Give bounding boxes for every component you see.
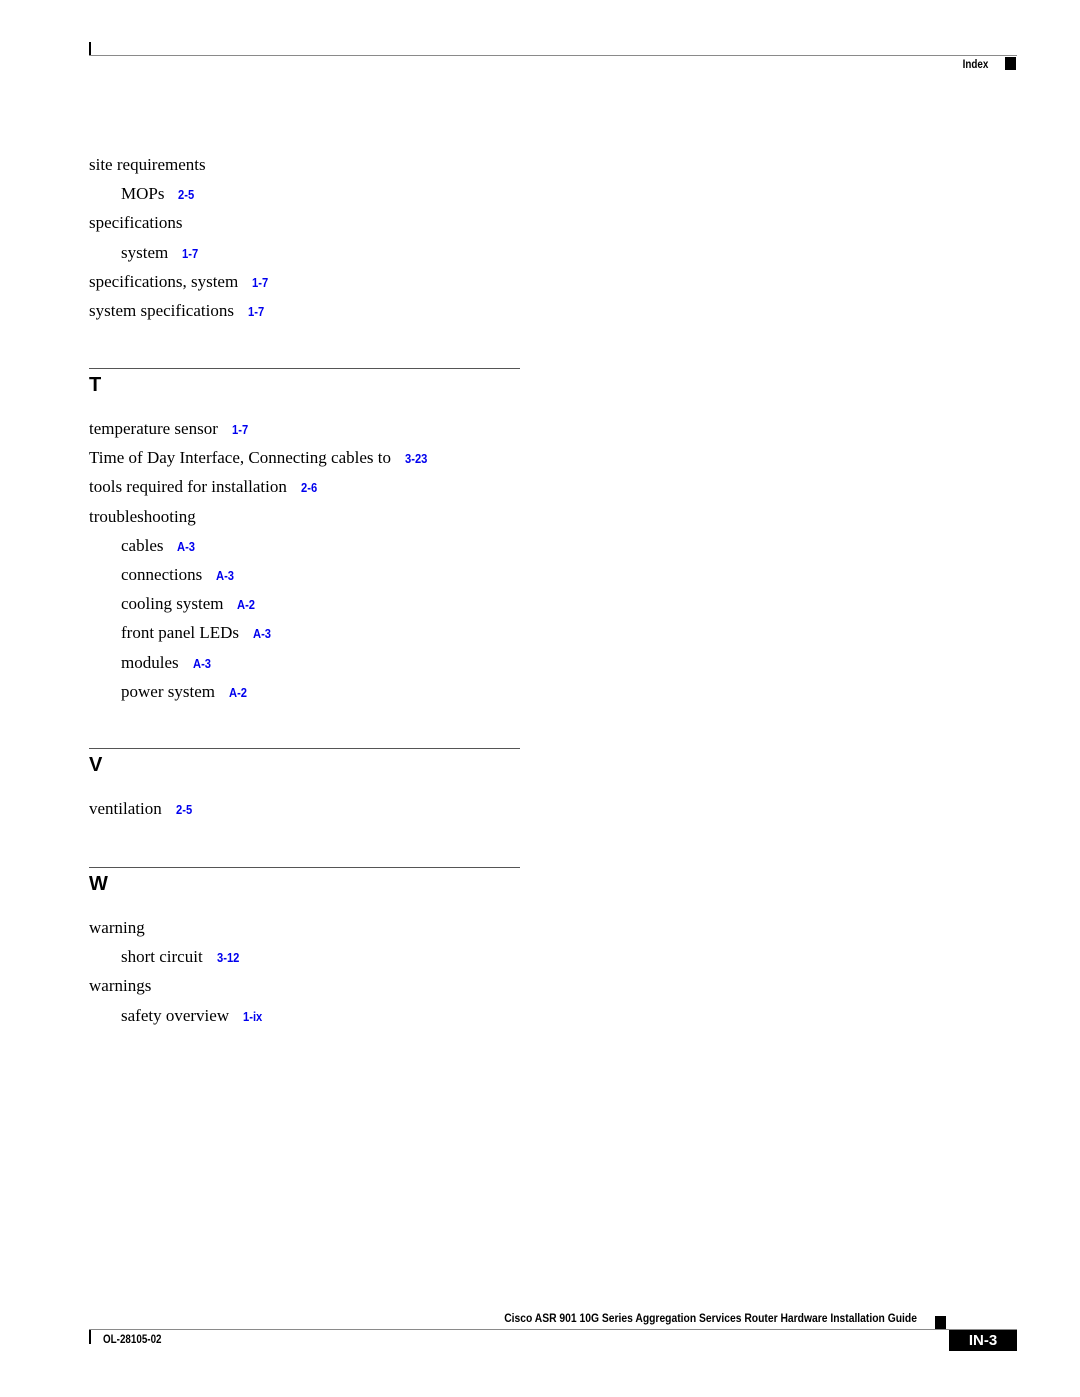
- section-letter-heading: W: [89, 873, 108, 895]
- page-reference-link[interactable]: 3-12: [217, 948, 239, 968]
- page-reference-link[interactable]: A-2: [237, 595, 255, 615]
- page-reference-link[interactable]: 1-ix: [243, 1007, 262, 1027]
- index-entry-term: power system: [121, 681, 215, 701]
- index-entry-term: front panel LEDs: [121, 623, 240, 643]
- footer-page-number: IN-3: [949, 1330, 1017, 1351]
- index-entry-term: modules: [121, 652, 179, 672]
- index-entry-term: specifications, system: [89, 271, 239, 291]
- index-entry-term: troubleshooting: [89, 506, 196, 526]
- section-letter-heading: V: [89, 754, 103, 776]
- index-entry-term: warning: [89, 918, 145, 937]
- index-entry: connections A-3: [89, 565, 237, 586]
- index-entry: tools required for installation 2-6: [89, 477, 320, 498]
- index-entry-term: cooling system: [121, 594, 224, 614]
- index-entry-term: tools required for installation: [89, 477, 287, 497]
- footer-book-title: Cisco ASR 901 10G Series Aggregation Ser…: [504, 1311, 917, 1325]
- index-entry: short circuit 3-12: [89, 947, 243, 968]
- index-entry: ventilation 2-5: [89, 799, 195, 820]
- page-reference-link[interactable]: A-3: [216, 566, 234, 586]
- index-entry-term: system specifications: [89, 301, 234, 320]
- index-entry: MOPs 2-5: [89, 184, 197, 205]
- index-entry: specifications: [89, 213, 182, 233]
- footer-doc-number: OL-28105-02: [103, 1332, 162, 1346]
- index-entry: system 1-7: [89, 243, 201, 264]
- index-entry: warnings: [89, 976, 151, 996]
- index-entry-term: specifications: [89, 213, 183, 233]
- index-entry-term: safety overview: [121, 1005, 230, 1025]
- index-entry-term: temperature sensor: [89, 419, 218, 438]
- page-reference-link[interactable]: 1-7: [182, 244, 198, 264]
- header-rule: [89, 55, 1017, 56]
- index-entry-term: warnings: [89, 976, 152, 996]
- page-reference-link[interactable]: A-3: [253, 624, 271, 644]
- index-entry: front panel LEDs A-3: [89, 623, 274, 644]
- index-entry: power system A-2: [89, 682, 250, 703]
- index-entry-term: MOPs: [121, 184, 165, 204]
- index-entry-term: connections: [121, 565, 203, 584]
- index-entry: system specifications 1-7: [89, 301, 267, 322]
- page-reference-link[interactable]: 3-23: [405, 449, 427, 469]
- index-entry-term: Time of Day Interface, Connecting cables…: [89, 448, 391, 468]
- header-block-marker: [1005, 57, 1016, 70]
- page-reference-link[interactable]: 2-5: [176, 800, 192, 820]
- page-reference-link[interactable]: 1-7: [248, 302, 264, 322]
- page-reference-link[interactable]: 1-7: [232, 420, 248, 440]
- page-reference-link[interactable]: A-2: [229, 683, 247, 703]
- page-reference-link[interactable]: 1-7: [252, 273, 268, 293]
- index-entry: Time of Day Interface, Connecting cables…: [89, 448, 431, 469]
- footer-block-marker: [935, 1316, 946, 1329]
- footer-rule: [89, 1329, 1017, 1330]
- index-entry: modules A-3: [89, 653, 214, 674]
- index-entry-term: ventilation: [89, 799, 162, 818]
- header-section-title: Index: [962, 57, 988, 71]
- section-divider: [89, 368, 520, 369]
- index-entry-term: site requirements: [89, 155, 206, 174]
- index-entry: site requirements: [89, 155, 206, 175]
- page-reference-link[interactable]: A-3: [177, 537, 195, 557]
- page-reference-link[interactable]: 2-6: [301, 478, 317, 498]
- section-letter-heading: T: [89, 374, 102, 396]
- index-entry: temperature sensor 1-7: [89, 419, 251, 440]
- index-entry: cooling system A-2: [89, 594, 258, 615]
- section-divider: [89, 867, 520, 868]
- page-reference-link[interactable]: 2-5: [178, 185, 194, 205]
- index-entry: troubleshooting: [89, 507, 196, 527]
- index-entry-term: cables: [121, 535, 164, 555]
- section-divider: [89, 748, 520, 749]
- index-entry-term: short circuit: [121, 947, 203, 967]
- footer-margin-bar: [89, 1330, 91, 1344]
- page-reference-link[interactable]: A-3: [193, 654, 211, 674]
- index-entry: warning: [89, 918, 145, 938]
- index-entry: specifications, system 1-7: [89, 272, 271, 293]
- index-entry: safety overview 1-ix: [89, 1006, 266, 1027]
- index-entry-term: system: [121, 242, 169, 262]
- index-entry: cables A-3: [89, 536, 198, 557]
- header-margin-bar: [89, 42, 91, 56]
